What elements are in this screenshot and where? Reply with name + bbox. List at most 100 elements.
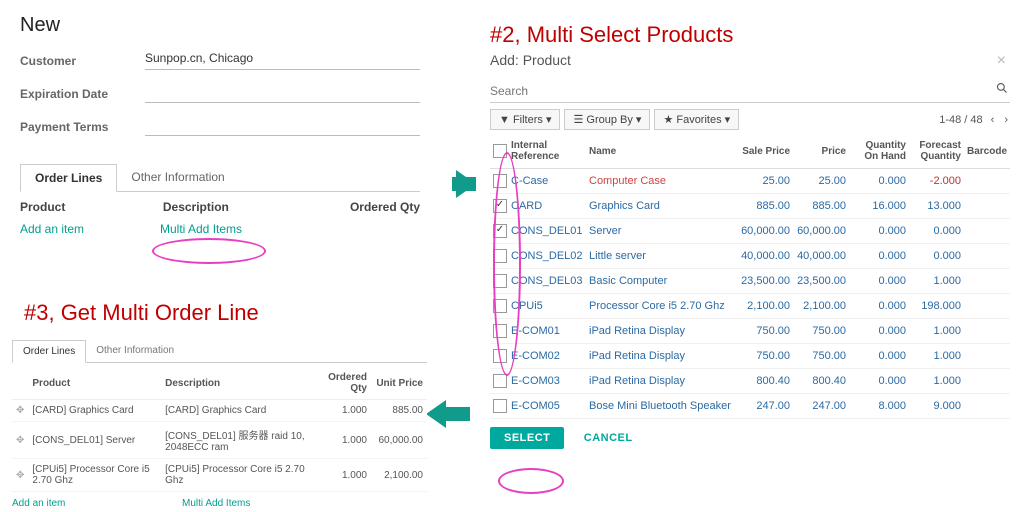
add-an-item-link-result[interactable]: Add an item (12, 498, 182, 509)
cell-sale-price: 25.00 (735, 169, 793, 194)
search-icon[interactable] (996, 82, 1008, 97)
select-all-checkbox[interactable] (493, 144, 507, 158)
add-an-item-link[interactable]: Add an item (20, 222, 160, 236)
cell-ref[interactable]: CONS_DEL01 (508, 219, 586, 244)
col-ordered-qty: Ordered Qty (306, 200, 420, 214)
cell-sale-price: 885.00 (735, 194, 793, 219)
table-row[interactable]: ✥[CARD] Graphics Card[CARD] Graphics Car… (12, 400, 427, 422)
col-forecast-qty[interactable]: Forecast Quantity (909, 134, 964, 169)
cell-price: 247.00 (793, 394, 849, 419)
cell-ref[interactable]: E-COM03 (508, 369, 586, 394)
highlight-oval-select (498, 468, 564, 494)
pager-next-icon[interactable]: › (1002, 114, 1010, 126)
row-checkbox[interactable] (493, 249, 507, 263)
product-table: Internal Reference Name Sale Price Price… (490, 134, 1010, 419)
row-checkbox[interactable] (493, 349, 507, 363)
row-checkbox[interactable] (493, 374, 507, 388)
drag-handle-icon[interactable]: ✥ (12, 459, 28, 492)
col-price[interactable]: Price (793, 134, 849, 169)
cell-name[interactable]: Processor Core i5 2.70 Ghz (586, 294, 735, 319)
col-product-result: Product (28, 367, 161, 400)
cell-barcode (964, 269, 1010, 294)
cell-name[interactable]: Computer Case (586, 169, 735, 194)
multi-add-items-link-result[interactable]: Multi Add Items (182, 498, 250, 509)
cell-sale-price: 60,000.00 (735, 219, 793, 244)
cell-name[interactable]: iPad Retina Display (586, 344, 735, 369)
drag-handle-icon[interactable]: ✥ (12, 422, 28, 459)
cell-ref[interactable]: CONS_DEL03 (508, 269, 586, 294)
col-product: Product (20, 200, 163, 214)
table-row[interactable]: E-COM05Bose Mini Bluetooth Speaker247.00… (490, 394, 1010, 419)
col-qty-on-hand[interactable]: Quantity On Hand (849, 134, 909, 169)
payment-terms-input[interactable] (145, 117, 420, 136)
cell-ref[interactable]: E-COM01 (508, 319, 586, 344)
cell-name[interactable]: iPad Retina Display (586, 319, 735, 344)
col-description: Description (163, 200, 306, 214)
cell-name[interactable]: Basic Computer (586, 269, 735, 294)
group-by-button[interactable]: ☰ Group By ▾ (564, 109, 650, 130)
col-barcode[interactable]: Barcode (964, 134, 1010, 169)
filters-button[interactable]: ▼ Filters ▾ (490, 109, 560, 130)
page-title: New (20, 14, 420, 37)
col-name[interactable]: Name (586, 134, 735, 169)
cell-ref[interactable]: C-Case (508, 169, 586, 194)
cell-qoh: 0.000 (849, 369, 909, 394)
drag-handle-icon[interactable]: ✥ (12, 400, 28, 422)
table-row[interactable]: CPUi5Processor Core i5 2.70 Ghz2,100.002… (490, 294, 1010, 319)
cell-forecast: 13.000 (909, 194, 964, 219)
table-row[interactable]: ✥[CPUi5] Processor Core i5 2.70 Ghz[CPUi… (12, 459, 427, 492)
table-row[interactable]: CONS_DEL01Server60,000.0060,000.000.0000… (490, 219, 1010, 244)
pager-prev-icon[interactable]: ‹ (989, 114, 997, 126)
col-sale-price[interactable]: Sale Price (735, 134, 793, 169)
cell-name[interactable]: iPad Retina Display (586, 369, 735, 394)
tab-order-lines-result[interactable]: Order Lines (12, 340, 86, 363)
table-row[interactable]: CARDGraphics Card885.00885.0016.00013.00… (490, 194, 1010, 219)
table-row[interactable]: ✥[CONS_DEL01] Server[CONS_DEL01] 服务器 rai… (12, 422, 427, 459)
close-icon[interactable]: × (997, 52, 1006, 70)
tab-order-lines[interactable]: Order Lines (20, 164, 117, 192)
cell-name[interactable]: Graphics Card (586, 194, 735, 219)
row-checkbox[interactable] (493, 174, 507, 188)
cell-ref[interactable]: CARD (508, 194, 586, 219)
row-checkbox[interactable] (493, 274, 507, 288)
select-button[interactable]: SELECT (490, 427, 564, 449)
cell-forecast: 1.000 (909, 344, 964, 369)
favorites-button[interactable]: ★ Favorites ▾ (654, 109, 739, 130)
cell-unit-price: 60,000.00 (371, 422, 427, 459)
row-checkbox[interactable] (493, 299, 507, 313)
table-row[interactable]: CONS_DEL03Basic Computer23,500.0023,500.… (490, 269, 1010, 294)
col-internal-reference[interactable]: Internal Reference (508, 134, 586, 169)
col-description-result: Description (161, 367, 321, 400)
cell-ref[interactable]: CONS_DEL02 (508, 244, 586, 269)
cell-barcode (964, 344, 1010, 369)
table-row[interactable]: CONS_DEL02Little server40,000.0040,000.0… (490, 244, 1010, 269)
cell-ref[interactable]: E-COM02 (508, 344, 586, 369)
table-row[interactable]: E-COM03iPad Retina Display800.40800.400.… (490, 369, 1010, 394)
cell-forecast: -2.000 (909, 169, 964, 194)
tab-other-information[interactable]: Other Information (117, 164, 238, 191)
cell-name[interactable]: Bose Mini Bluetooth Speaker (586, 394, 735, 419)
table-row[interactable]: E-COM01iPad Retina Display750.00750.000.… (490, 319, 1010, 344)
col-ordered-qty-result: Ordered Qty (321, 367, 371, 400)
table-row[interactable]: C-CaseComputer Case25.0025.000.000-2.000 (490, 169, 1010, 194)
cell-name[interactable]: Little server (586, 244, 735, 269)
expiration-input[interactable] (145, 84, 420, 103)
result-order-lines: Order Lines Other Information Product De… (12, 340, 427, 509)
cancel-button[interactable]: CANCEL (578, 431, 639, 445)
cell-price: 885.00 (793, 194, 849, 219)
search-input[interactable] (490, 80, 1010, 102)
cell-ref[interactable]: E-COM05 (508, 394, 586, 419)
pager-text: 1-48 / 48 (939, 114, 982, 126)
customer-input[interactable]: Sunpop.cn, Chicago (145, 51, 420, 70)
cell-ref[interactable]: CPUi5 (508, 294, 586, 319)
tab-other-information-result[interactable]: Other Information (86, 340, 184, 362)
row-checkbox[interactable] (493, 399, 507, 413)
row-checkbox[interactable] (493, 224, 507, 238)
multi-add-items-link[interactable]: Multi Add Items (160, 222, 242, 236)
cell-sale-price: 247.00 (735, 394, 793, 419)
cell-name[interactable]: Server (586, 219, 735, 244)
cell-price: 2,100.00 (793, 294, 849, 319)
row-checkbox[interactable] (493, 199, 507, 213)
row-checkbox[interactable] (493, 324, 507, 338)
table-row[interactable]: E-COM02iPad Retina Display750.00750.000.… (490, 344, 1010, 369)
